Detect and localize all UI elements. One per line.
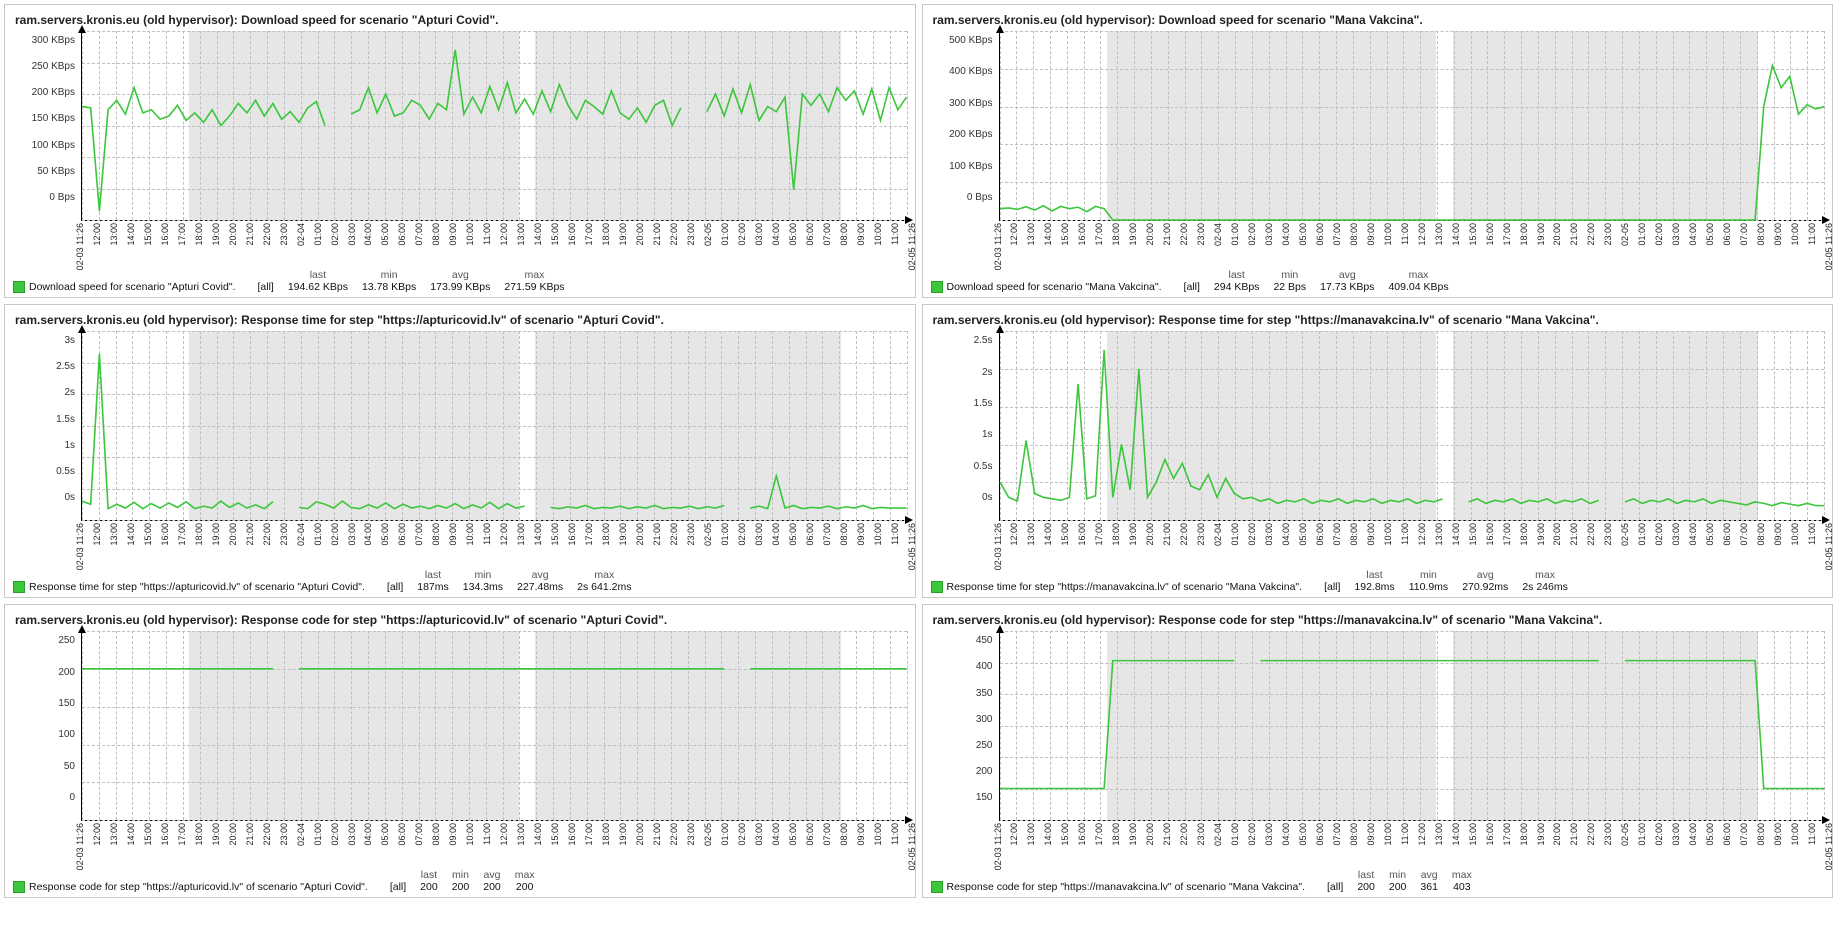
legend-all: [all] xyxy=(1327,881,1343,893)
chart-title: ram.servers.kronis.eu (old hypervisor): … xyxy=(15,313,907,327)
legend-series-name: Download speed for scenario "Mana Vakcin… xyxy=(931,281,1162,293)
plot-area: 450400350300250200150 xyxy=(931,631,1825,821)
legend-all: [all] xyxy=(390,881,406,893)
legend-series-name: Response time for step "https://manavakc… xyxy=(931,581,1303,593)
legend-stat-avg: avg227.48ms xyxy=(517,569,563,593)
plot xyxy=(81,31,907,221)
legend-stat-avg: avg270.92ms xyxy=(1462,569,1508,593)
chart-title: ram.servers.kronis.eu (old hypervisor): … xyxy=(933,13,1825,27)
chart-title: ram.servers.kronis.eu (old hypervisor): … xyxy=(933,313,1825,327)
plot xyxy=(81,631,907,821)
legend-swatch xyxy=(13,881,25,893)
plot-area: 3s2.5s2s1.5s1s0.5s0s xyxy=(13,331,907,521)
x-axis-labels: 02-03 11:2612:0013:0014:0015:0016:0017:0… xyxy=(993,221,1825,267)
legend-all: [all] xyxy=(1184,281,1200,293)
chart-title: ram.servers.kronis.eu (old hypervisor): … xyxy=(15,613,907,627)
y-axis-labels: 3s2.5s2s1.5s1s0.5s0s xyxy=(13,331,81,521)
y-axis-labels: 300 KBps250 KBps200 KBps150 KBps100 KBps… xyxy=(13,31,81,221)
legend-series-name: Response time for step "https://apturico… xyxy=(13,581,365,593)
legend-stat-last: last194.62 KBps xyxy=(288,269,348,293)
legend-stat-min: min110.9ms xyxy=(1409,569,1449,593)
legend-stat-max: max403 xyxy=(1452,869,1472,893)
chart-panel: ram.servers.kronis.eu (old hypervisor): … xyxy=(922,604,1834,898)
legend-stat-max: max409.04 KBps xyxy=(1388,269,1448,293)
y-axis-labels: 500 KBps400 KBps300 KBps200 KBps100 KBps… xyxy=(931,31,999,221)
chart-title: ram.servers.kronis.eu (old hypervisor): … xyxy=(15,13,907,27)
legend-swatch xyxy=(931,281,943,293)
legend-stat-last: last192.8ms xyxy=(1354,569,1394,593)
y-axis-labels: 450400350300250200150 xyxy=(931,631,999,821)
legend-swatch xyxy=(13,581,25,593)
legend-stat-max: max271.59 KBps xyxy=(504,269,564,293)
chart-panel: ram.servers.kronis.eu (old hypervisor): … xyxy=(922,304,1834,598)
y-axis-labels: 250200150100500 xyxy=(13,631,81,821)
x-axis-labels: 02-03 11:2612:0013:0014:0015:0016:0017:0… xyxy=(75,221,907,267)
plot-area: 250200150100500 xyxy=(13,631,907,821)
legend-stat-max: max200 xyxy=(515,869,535,893)
legend-series-name: Download speed for scenario "Apturi Covi… xyxy=(13,281,235,293)
legend-swatch xyxy=(931,881,943,893)
plot xyxy=(999,331,1825,521)
legend-stat-last: last200 xyxy=(1357,869,1375,893)
legend-all: [all] xyxy=(387,581,403,593)
plot xyxy=(999,31,1825,221)
legend-all: [all] xyxy=(257,281,273,293)
chart-legend: Response time for step "https://apturico… xyxy=(13,569,907,593)
x-axis-labels: 02-03 11:2612:0013:0014:0015:0016:0017:0… xyxy=(75,521,907,567)
legend-stat-min: min200 xyxy=(1389,869,1407,893)
legend-stat-max: max2s 641.2ms xyxy=(577,569,631,593)
chart-legend: Download speed for scenario "Apturi Covi… xyxy=(13,269,907,293)
legend-swatch xyxy=(931,581,943,593)
chart-panel: ram.servers.kronis.eu (old hypervisor): … xyxy=(922,4,1834,298)
legend-stat-max: max2s 246ms xyxy=(1522,569,1568,593)
legend-stat-avg: avg173.99 KBps xyxy=(430,269,490,293)
legend-stat-avg: avg200 xyxy=(483,869,501,893)
x-axis-labels: 02-03 11:2612:0013:0014:0015:0016:0017:0… xyxy=(75,821,907,867)
chart-legend: Response code for step "https://apturico… xyxy=(13,869,907,893)
plot-area: 2.5s2s1.5s1s0.5s0s xyxy=(931,331,1825,521)
plot xyxy=(81,331,907,521)
legend-stat-min: min134.3ms xyxy=(463,569,503,593)
chart-panel: ram.servers.kronis.eu (old hypervisor): … xyxy=(4,4,916,298)
legend-series-name: Response code for step "https://apturico… xyxy=(13,881,368,893)
legend-stat-min: min13.78 KBps xyxy=(362,269,416,293)
legend-stat-avg: avg17.73 KBps xyxy=(1320,269,1374,293)
chart-legend: Response time for step "https://manavakc… xyxy=(931,569,1825,593)
y-axis-labels: 2.5s2s1.5s1s0.5s0s xyxy=(931,331,999,521)
legend-stat-last: last294 KBps xyxy=(1214,269,1260,293)
plot-area: 300 KBps250 KBps200 KBps150 KBps100 KBps… xyxy=(13,31,907,221)
legend-stat-min: min200 xyxy=(452,869,470,893)
chart-panel: ram.servers.kronis.eu (old hypervisor): … xyxy=(4,304,916,598)
legend-series-name: Response code for step "https://manavakc… xyxy=(931,881,1305,893)
chart-legend: Response code for step "https://manavakc… xyxy=(931,869,1825,893)
plot xyxy=(999,631,1825,821)
legend-stat-last: last200 xyxy=(420,869,438,893)
chart-legend: Download speed for scenario "Mana Vakcin… xyxy=(931,269,1825,293)
x-axis-labels: 02-03 11:2612:0013:0014:0015:0016:0017:0… xyxy=(993,521,1825,567)
legend-all: [all] xyxy=(1324,581,1340,593)
legend-stat-last: last187ms xyxy=(417,569,449,593)
chart-title: ram.servers.kronis.eu (old hypervisor): … xyxy=(933,613,1825,627)
legend-stat-min: min22 Bps xyxy=(1273,269,1306,293)
legend-swatch xyxy=(13,281,25,293)
plot-area: 500 KBps400 KBps300 KBps200 KBps100 KBps… xyxy=(931,31,1825,221)
x-axis-labels: 02-03 11:2612:0013:0014:0015:0016:0017:0… xyxy=(993,821,1825,867)
chart-panel: ram.servers.kronis.eu (old hypervisor): … xyxy=(4,604,916,898)
legend-stat-avg: avg361 xyxy=(1420,869,1438,893)
